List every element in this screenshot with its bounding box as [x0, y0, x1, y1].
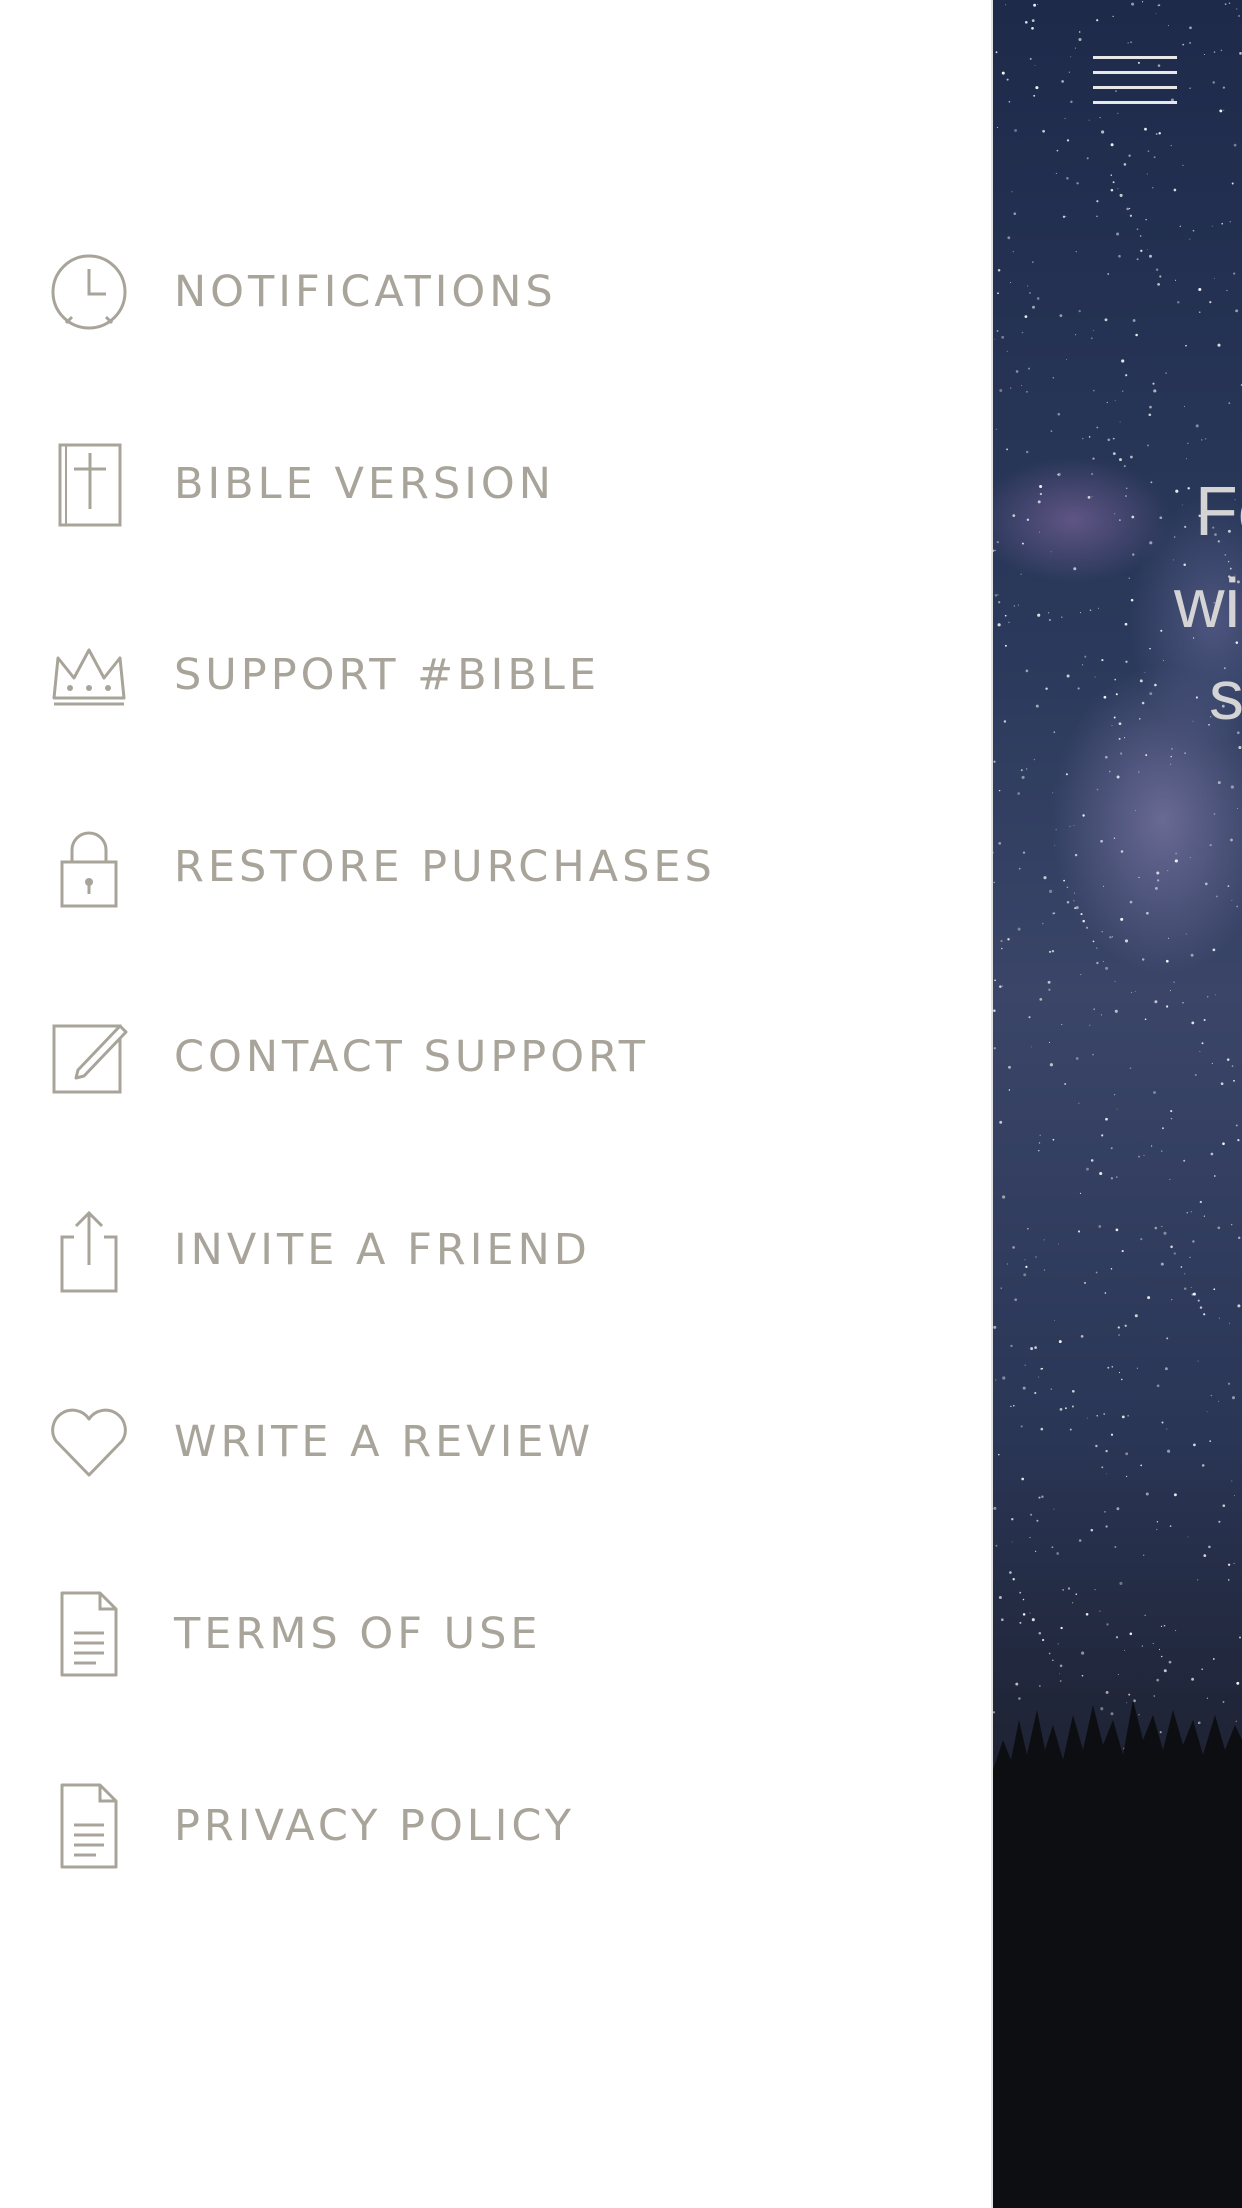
drawer-item-label: SUPPORT #BIBLE — [174, 649, 600, 700]
drawer-item-label: WRITE A REVIEW — [174, 1416, 595, 1467]
drawer-item-label: INVITE A FRIEND — [174, 1224, 591, 1275]
share-icon — [44, 1205, 134, 1295]
drawer-item-label: BIBLE VERSION — [174, 458, 555, 509]
document-icon — [44, 1781, 134, 1871]
drawer-item-write-review[interactable]: WRITE A REVIEW — [44, 1392, 944, 1492]
compose-icon — [44, 1012, 134, 1102]
hamburger-icon-bar — [1093, 86, 1177, 89]
drawer-item-terms-of-use[interactable]: TERMS OF USE — [44, 1584, 944, 1684]
hamburger-icon-bar — [1093, 56, 1177, 59]
drawer-item-label: NOTIFICATIONS — [174, 266, 557, 317]
drawer-item-notifications[interactable]: NOTIFICATIONS — [44, 242, 944, 342]
hero-line: s — [1209, 656, 1242, 734]
lock-icon — [44, 822, 134, 912]
clock-icon — [44, 247, 134, 337]
drawer-item-support[interactable]: SUPPORT #BIBLE — [44, 625, 944, 725]
document-icon — [44, 1589, 134, 1679]
bible-icon — [44, 439, 134, 529]
background-night-sky — [993, 0, 1242, 2208]
navigation-drawer: NOTIFICATIONS BIBLE VERSION SUPPORT #BIB… — [0, 0, 993, 2208]
drawer-item-privacy-policy[interactable]: PRIVACY POLICY — [44, 1776, 944, 1876]
drawer-item-invite-friend[interactable]: INVITE A FRIEND — [44, 1200, 944, 1300]
hamburger-icon-bar — [1093, 71, 1177, 74]
hero-line: Fo — [1195, 472, 1242, 550]
hero-line: wi — [1174, 564, 1241, 642]
drawer-item-bible-version[interactable]: BIBLE VERSION — [44, 434, 944, 534]
trees-silhouette — [993, 1700, 1242, 2208]
drawer-item-contact-support[interactable]: CONTACT SUPPORT — [44, 1007, 944, 1107]
menu-button[interactable] — [1093, 56, 1177, 104]
drawer-item-label: TERMS OF USE — [174, 1608, 542, 1659]
hamburger-icon-bar — [1093, 101, 1177, 104]
drawer-item-label: CONTACT SUPPORT — [174, 1031, 650, 1082]
heart-icon — [44, 1397, 134, 1487]
drawer-item-label: PRIVACY POLICY — [174, 1800, 575, 1851]
hero-quote: Fo wi s — [1174, 465, 1242, 741]
crown-icon — [44, 630, 134, 720]
drawer-item-label: RESTORE PURCHASES — [174, 841, 716, 892]
drawer-item-restore-purchases[interactable]: RESTORE PURCHASES — [44, 817, 944, 917]
